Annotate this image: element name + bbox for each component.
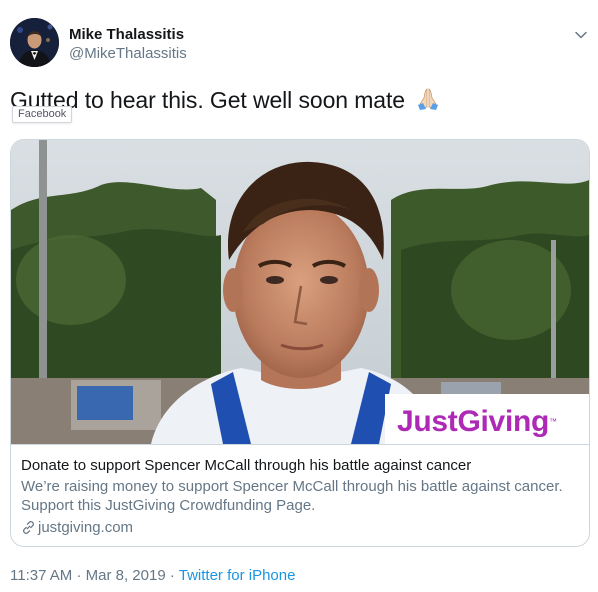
author-display-name[interactable]: Mike Thalassitis	[69, 26, 187, 44]
card-domain[interactable]: justgiving.com	[21, 518, 576, 537]
author-handle[interactable]: @MikeThalassitis	[69, 44, 187, 63]
tweet-header: Mike Thalassitis @MikeThalassitis	[10, 18, 590, 70]
tweet-time[interactable]: 11:37 AM	[10, 567, 72, 584]
tweet-meta: 11:37 AM · Mar 8, 2019 · Twitter for iPh…	[10, 566, 295, 586]
justgiving-logo-text: JustGiving	[397, 405, 550, 438]
justgiving-trademark: ™	[549, 417, 557, 426]
link-icon	[23, 521, 34, 534]
tweet-text: Gutted to hear this. Get well soon mate	[10, 86, 441, 114]
avatar[interactable]	[10, 18, 59, 67]
author-names[interactable]: Mike Thalassitis @MikeThalassitis	[69, 26, 187, 63]
card-body[interactable]: Donate to support Spencer McCall through…	[21, 456, 576, 537]
facebook-tooltip: Facebook	[12, 106, 73, 123]
link-card[interactable]: JustGiving™ Donate to support Spencer Mc…	[10, 139, 590, 547]
tweet-date[interactable]: Mar 8, 2019	[86, 567, 166, 584]
card-description: We’re raising money to support Spencer M…	[21, 478, 563, 514]
card-divider	[11, 444, 589, 445]
tweet-source[interactable]: Twitter for iPhone	[179, 567, 296, 584]
meta-separator: ·	[169, 567, 175, 584]
card-title[interactable]: Donate to support Spencer McCall through…	[21, 456, 576, 475]
justgiving-logo: JustGiving™	[397, 406, 557, 438]
card-domain-text[interactable]: justgiving.com	[38, 518, 133, 537]
meta-separator: ·	[76, 567, 82, 584]
avatar-photo	[10, 18, 59, 67]
chevron-down-icon[interactable]	[574, 28, 588, 42]
card-image[interactable]: JustGiving™	[11, 140, 589, 444]
folded-hands-icon	[418, 88, 439, 110]
card-photo	[11, 140, 589, 444]
